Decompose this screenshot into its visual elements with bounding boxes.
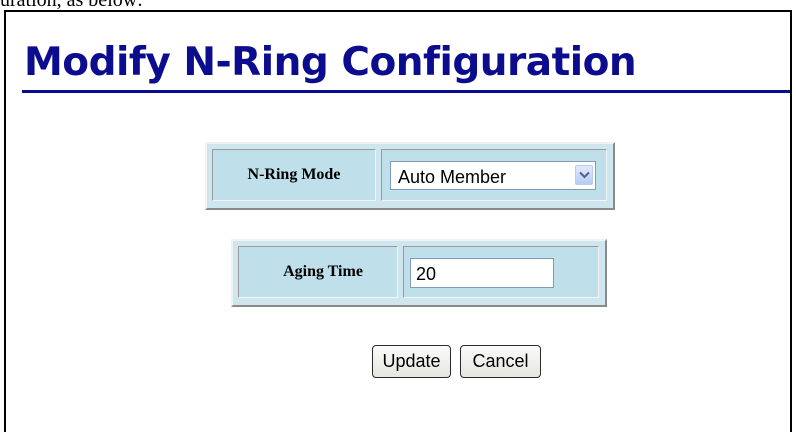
title-underline: [22, 90, 790, 93]
aging-time-value: 20: [416, 264, 437, 284]
aging-time-input[interactable]: 20: [410, 258, 554, 288]
page-title: Modify N-Ring Configuration: [24, 40, 637, 85]
aging-time-label-cell: Aging Time: [238, 246, 398, 298]
aging-time-value-cell: 20: [403, 246, 599, 298]
screenshot-frame: Modify N-Ring Configuration N-Ring Mode …: [4, 10, 792, 432]
cancel-button[interactable]: Cancel: [460, 345, 541, 378]
chevron-down-icon[interactable]: [575, 165, 593, 185]
nring-mode-table: N-Ring Mode Auto Member: [205, 142, 615, 210]
nring-mode-label-cell: N-Ring Mode: [212, 149, 376, 201]
nring-mode-selected-value: Auto Member: [398, 167, 507, 187]
update-button[interactable]: Update: [372, 345, 451, 378]
aging-time-label: Aging Time: [283, 263, 363, 280]
aging-time-table: Aging Time 20: [231, 239, 607, 307]
nring-mode-select[interactable]: Auto Member: [390, 161, 596, 190]
nring-mode-value-cell: Auto Member: [381, 149, 607, 201]
nring-mode-label: N-Ring Mode: [247, 166, 341, 183]
